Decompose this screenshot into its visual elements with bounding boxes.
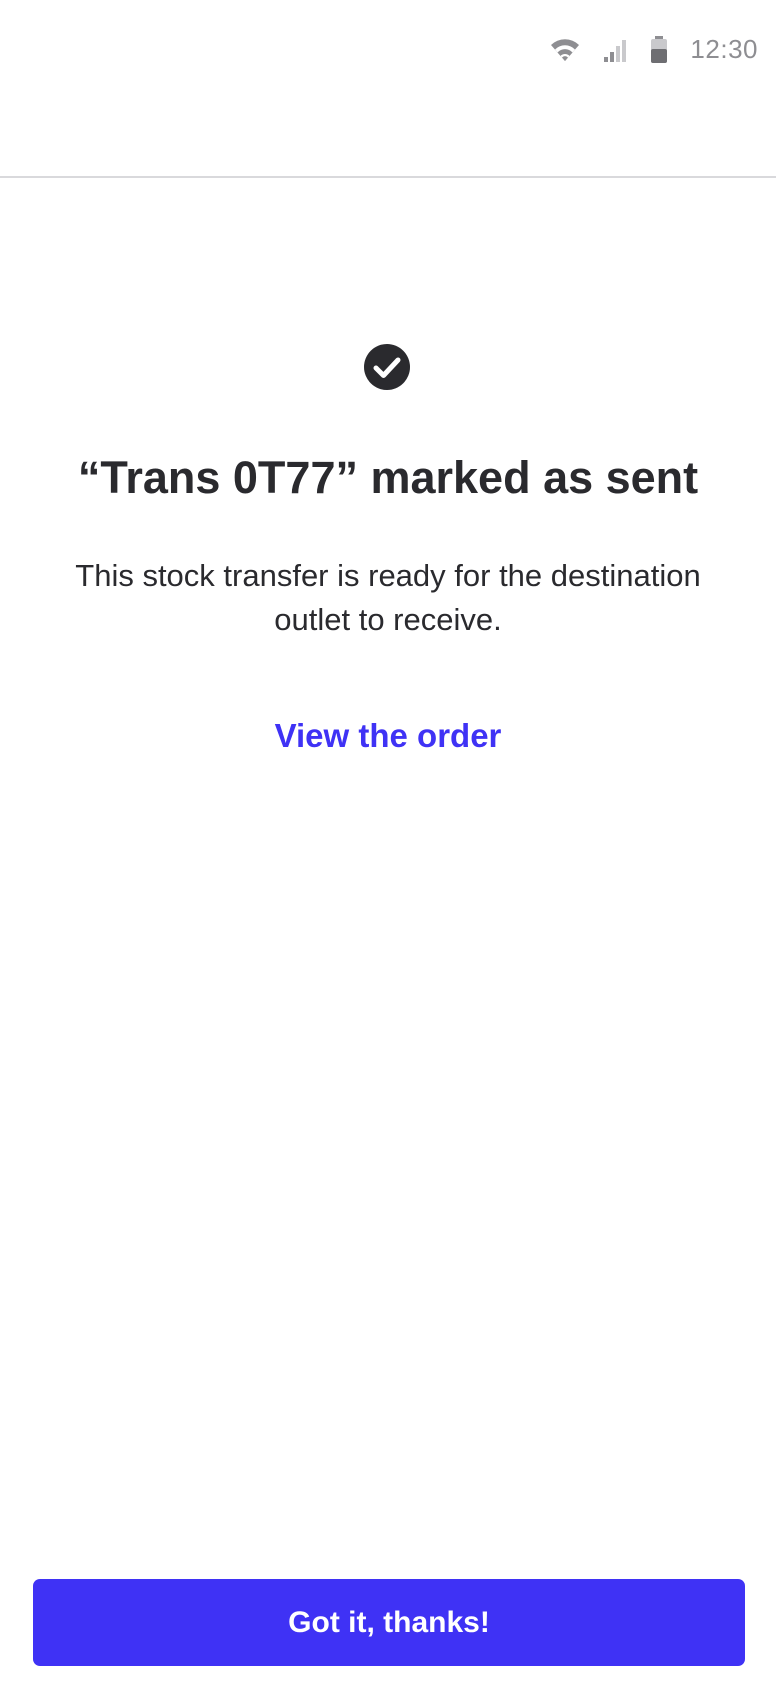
cell-signal-icon [602,37,628,63]
battery-icon [650,35,668,64]
status-icons: 12:30 [550,34,758,65]
got-it-button[interactable]: Got it, thanks! [33,1579,745,1666]
check-circle-icon [364,344,410,390]
status-time: 12:30 [690,34,758,64]
view-order-link[interactable]: View the order [0,714,776,758]
confirmation-message: This stock transfer is ready for the des… [75,558,701,637]
confirmation-title: “Trans 0T77” marked as sent [77,452,699,503]
wifi-icon [550,37,580,63]
status-bar: 12:30 [0,0,776,100]
app-header [0,100,776,178]
